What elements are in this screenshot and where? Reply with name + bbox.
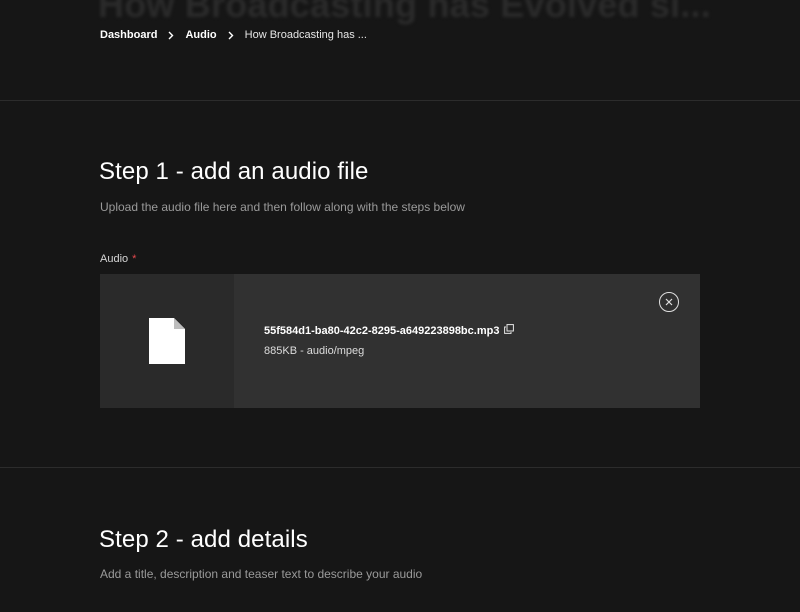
- breadcrumb-current: How Broadcasting has ...: [244, 29, 367, 41]
- audio-field-label: Audio *: [100, 253, 136, 265]
- breadcrumb-audio-link[interactable]: Audio: [185, 29, 216, 41]
- step-2-section: Step 2 - add details Add a title, descri…: [0, 468, 800, 612]
- step-2-description: Add a title, description and teaser text…: [100, 567, 423, 581]
- required-asterisk: *: [132, 253, 137, 265]
- copy-icon[interactable]: [504, 324, 515, 337]
- breadcrumb: Dashboard Audio How Broadcasting has ...: [100, 29, 367, 41]
- step-1-title: Step 1 - add an audio file: [99, 158, 369, 185]
- audio-label-text: Audio: [100, 253, 129, 265]
- audio-upload-card: 55f584d1-ba80-42c2-8295-a649223898bc.mp3…: [100, 274, 700, 408]
- remove-file-button[interactable]: [659, 292, 679, 312]
- close-icon: [665, 298, 673, 306]
- step-1-section: Step 1 - add an audio file Upload the au…: [0, 101, 800, 468]
- breadcrumb-dashboard-link[interactable]: Dashboard: [100, 29, 157, 41]
- step-1-description: Upload the audio file here and then foll…: [100, 200, 465, 214]
- file-name-row: 55f584d1-ba80-42c2-8295-a649223898bc.mp3: [264, 324, 515, 337]
- page-title-faded: How Broadcasting has Evolved si...: [98, 0, 711, 25]
- chevron-right-icon: [157, 31, 185, 40]
- file-icon: [149, 318, 185, 369]
- file-name: 55f584d1-ba80-42c2-8295-a649223898bc.mp3: [264, 324, 500, 337]
- file-thumbnail: [100, 274, 234, 408]
- file-meta: 885KB - audio/mpeg: [264, 345, 365, 357]
- chevron-right-icon: [217, 31, 245, 40]
- step-2-title: Step 2 - add details: [99, 526, 308, 553]
- page: How Broadcasting has Evolved si... Dashb…: [0, 0, 800, 612]
- page-header: How Broadcasting has Evolved si... Dashb…: [0, 0, 800, 101]
